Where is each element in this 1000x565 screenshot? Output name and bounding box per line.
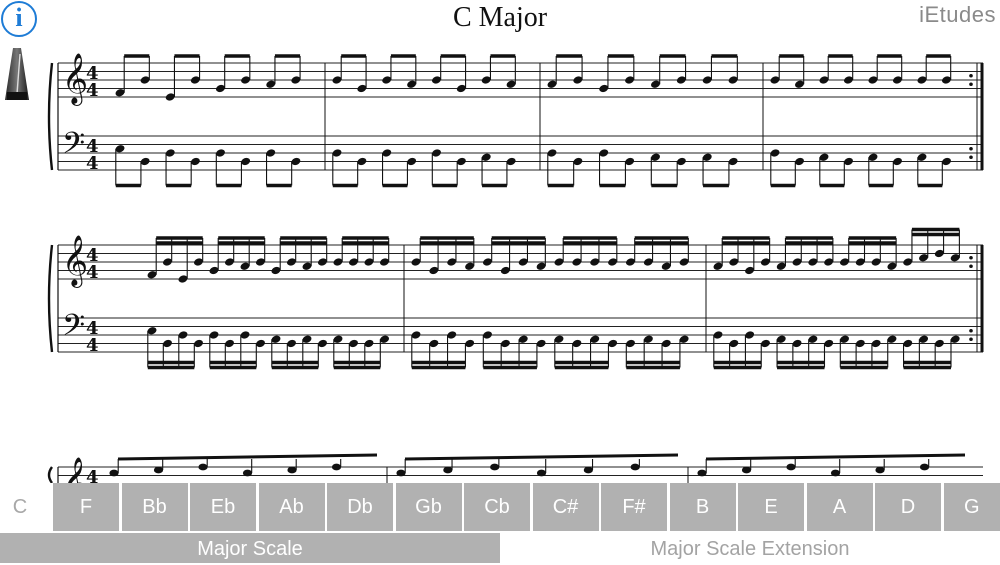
key-tab-f[interactable]: F: [53, 483, 119, 531]
note-head: [697, 470, 706, 477]
note-head: [875, 467, 884, 474]
note-head: [920, 464, 929, 471]
key-tab-db[interactable]: Db: [327, 483, 393, 531]
brace: [49, 467, 52, 483]
note-head: [287, 467, 296, 474]
note-head: [443, 467, 452, 474]
beam: [405, 455, 678, 459]
beam: [118, 455, 377, 459]
brace: [49, 63, 52, 170]
clefs: 𝄞 𝄢 𝄞 𝄢 𝄞: [62, 53, 88, 483]
key-tab-c[interactable]: C: [0, 483, 40, 531]
brace: [49, 245, 52, 352]
key-tab-ab[interactable]: Ab: [259, 483, 325, 531]
note-head: [742, 467, 751, 474]
key-tab-g[interactable]: G: [944, 483, 1000, 531]
key-tab-b[interactable]: B: [670, 483, 736, 531]
note-head: [243, 470, 252, 477]
repeat-dot: [969, 337, 973, 341]
note-head: [584, 467, 593, 474]
time-signature-top: 4: [86, 467, 99, 483]
beam: [706, 455, 965, 459]
treble-clef: 𝄞: [62, 457, 88, 483]
repeat-dot: [969, 74, 973, 78]
key-selector: CFBbEbAbDbGbCbC#F#BEADG: [0, 483, 1000, 531]
barlines: [325, 63, 982, 483]
note-head: [396, 470, 405, 477]
time-signature-bottom: 4: [86, 153, 99, 174]
key-tab-bb[interactable]: Bb: [122, 483, 188, 531]
sheet-music: 𝄞𝄢𝄞𝄢𝄞 4444444444: [0, 0, 1000, 483]
repeat-dot: [969, 155, 973, 159]
treble-clef: 𝄞: [62, 235, 88, 288]
key-tab-eb[interactable]: Eb: [190, 483, 256, 531]
bass-clef: 𝄢: [62, 309, 85, 350]
staff-lines: [58, 63, 983, 483]
repeat-dot: [969, 82, 973, 86]
key-tab-d[interactable]: D: [875, 483, 941, 531]
time-signature-bottom: 4: [86, 335, 99, 356]
note-head: [490, 464, 499, 471]
key-tab-f-sharp[interactable]: F#: [601, 483, 667, 531]
note-head: [786, 464, 795, 471]
repeat-dot: [969, 329, 973, 333]
note-head: [198, 464, 207, 471]
bass-clef: 𝄢: [62, 127, 85, 168]
key-tab-cb[interactable]: Cb: [464, 483, 530, 531]
note-head: [631, 464, 640, 471]
key-tab-c-sharp[interactable]: C#: [533, 483, 599, 531]
time-signature-bottom: 4: [86, 80, 99, 101]
note-head: [109, 470, 118, 477]
repeat-dot: [969, 264, 973, 268]
key-tab-a[interactable]: A: [807, 483, 873, 531]
key-tab-e[interactable]: E: [738, 483, 804, 531]
notes: [109, 56, 965, 476]
repeat-dot: [969, 256, 973, 260]
mode-tabs: Major ScaleMajor Scale Extension: [0, 533, 1000, 563]
system-braces: [49, 63, 58, 483]
note-head: [332, 464, 341, 471]
time-signatures: 4444444444: [86, 63, 99, 483]
treble-clef: 𝄞: [62, 53, 88, 106]
repeat-dot: [969, 147, 973, 151]
key-tab-gb[interactable]: Gb: [396, 483, 462, 531]
time-signature-bottom: 4: [86, 262, 99, 283]
tab-major-scale-extension[interactable]: Major Scale Extension: [500, 533, 1000, 563]
tab-major-scale[interactable]: Major Scale: [0, 533, 500, 563]
note-head: [537, 470, 546, 477]
note-head: [154, 467, 163, 474]
note-head: [831, 470, 840, 477]
